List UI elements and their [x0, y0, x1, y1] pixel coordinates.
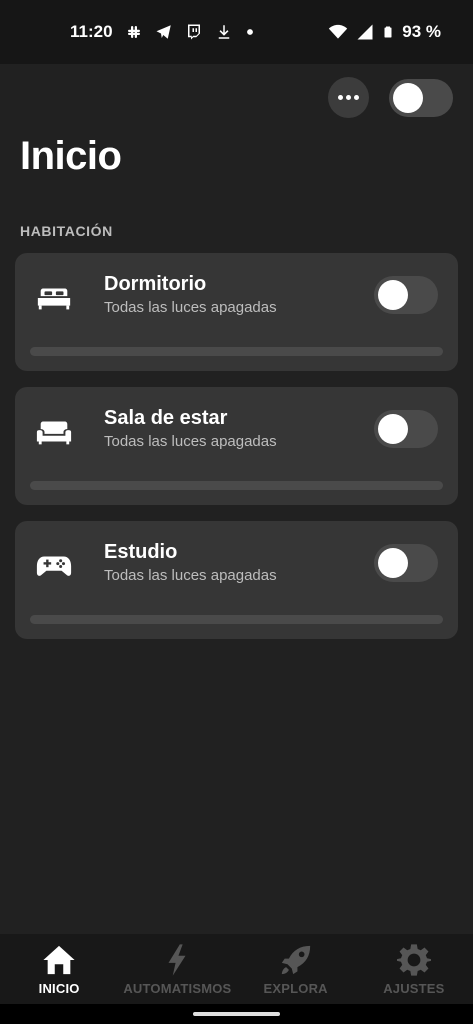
- nav-label: AUTOMATISMOS: [123, 981, 232, 996]
- sofa-icon: [35, 413, 73, 451]
- room-toggle-estudio[interactable]: [374, 544, 438, 582]
- status-bar: 11:20 93 %: [0, 0, 473, 64]
- toggle-knob: [378, 414, 408, 444]
- bed-icon: [35, 279, 73, 317]
- download-icon: [218, 25, 229, 39]
- nav-ajustes[interactable]: AJUSTES: [355, 934, 473, 1004]
- room-card-estudio[interactable]: Estudio Todas las luces apagadas: [15, 521, 458, 639]
- brightness-slider[interactable]: [30, 347, 443, 356]
- home-icon: [43, 945, 75, 975]
- section-label: HABITACIÓN: [20, 223, 113, 239]
- room-name: Sala de estar: [104, 407, 228, 429]
- twitch-icon: [187, 24, 200, 40]
- room-status: Todas las luces apagadas: [104, 567, 277, 584]
- telegram-icon: [156, 25, 171, 39]
- nav-label: AJUSTES: [383, 981, 445, 996]
- wifi-icon: [329, 24, 348, 39]
- master-light-toggle[interactable]: [389, 78, 453, 117]
- room-card-sala-de-estar[interactable]: Sala de estar Todas las luces apagadas: [15, 387, 458, 505]
- gamepad-icon: [35, 547, 73, 585]
- more-dot: [346, 95, 351, 100]
- nav-label: EXPLORA: [263, 981, 328, 996]
- room-status: Todas las luces apagadas: [104, 433, 277, 450]
- room-name: Dormitorio: [104, 273, 207, 295]
- more-options-button[interactable]: [328, 77, 369, 118]
- battery-icon: [384, 26, 392, 38]
- page-title: Inicio: [20, 134, 122, 178]
- nav-automatismos[interactable]: AUTOMATISMOS: [118, 934, 236, 1004]
- status-right: 93 %: [328, 22, 441, 42]
- more-horizontal-icon: [338, 95, 343, 100]
- room-toggle-dormitorio[interactable]: [374, 276, 438, 314]
- signal-icon: [357, 24, 373, 40]
- gear-icon: [396, 944, 431, 976]
- toggle-knob: [378, 548, 408, 578]
- brightness-slider[interactable]: [30, 615, 443, 624]
- top-actions: [328, 77, 453, 118]
- home-gesture-bar[interactable]: [193, 1012, 280, 1016]
- nav-inicio[interactable]: INICIO: [0, 934, 118, 1004]
- toggle-knob: [393, 82, 423, 113]
- more-dot: [354, 95, 359, 100]
- room-toggle-sala-de-estar[interactable]: [374, 410, 438, 448]
- slack-icon: [127, 26, 140, 38]
- room-card-dormitorio[interactable]: Dormitorio Todas las luces apagadas: [15, 253, 458, 371]
- bottom-navigation: INICIO AUTOMATISMOS EXPLORA AJUSTES: [0, 934, 473, 1004]
- brightness-slider[interactable]: [30, 481, 443, 490]
- bolt-icon: [168, 944, 186, 976]
- room-name: Estudio: [104, 541, 178, 563]
- nav-label: INICIO: [38, 981, 80, 996]
- room-status: Todas las luces apagadas: [104, 299, 277, 316]
- battery-level: 93 %: [402, 22, 441, 41]
- rocket-icon: [281, 945, 310, 975]
- dot-icon: [246, 29, 253, 35]
- status-time: 11:20: [70, 22, 113, 41]
- status-left: 11:20: [70, 22, 255, 42]
- toggle-knob: [378, 280, 408, 310]
- nav-explora[interactable]: EXPLORA: [237, 934, 355, 1004]
